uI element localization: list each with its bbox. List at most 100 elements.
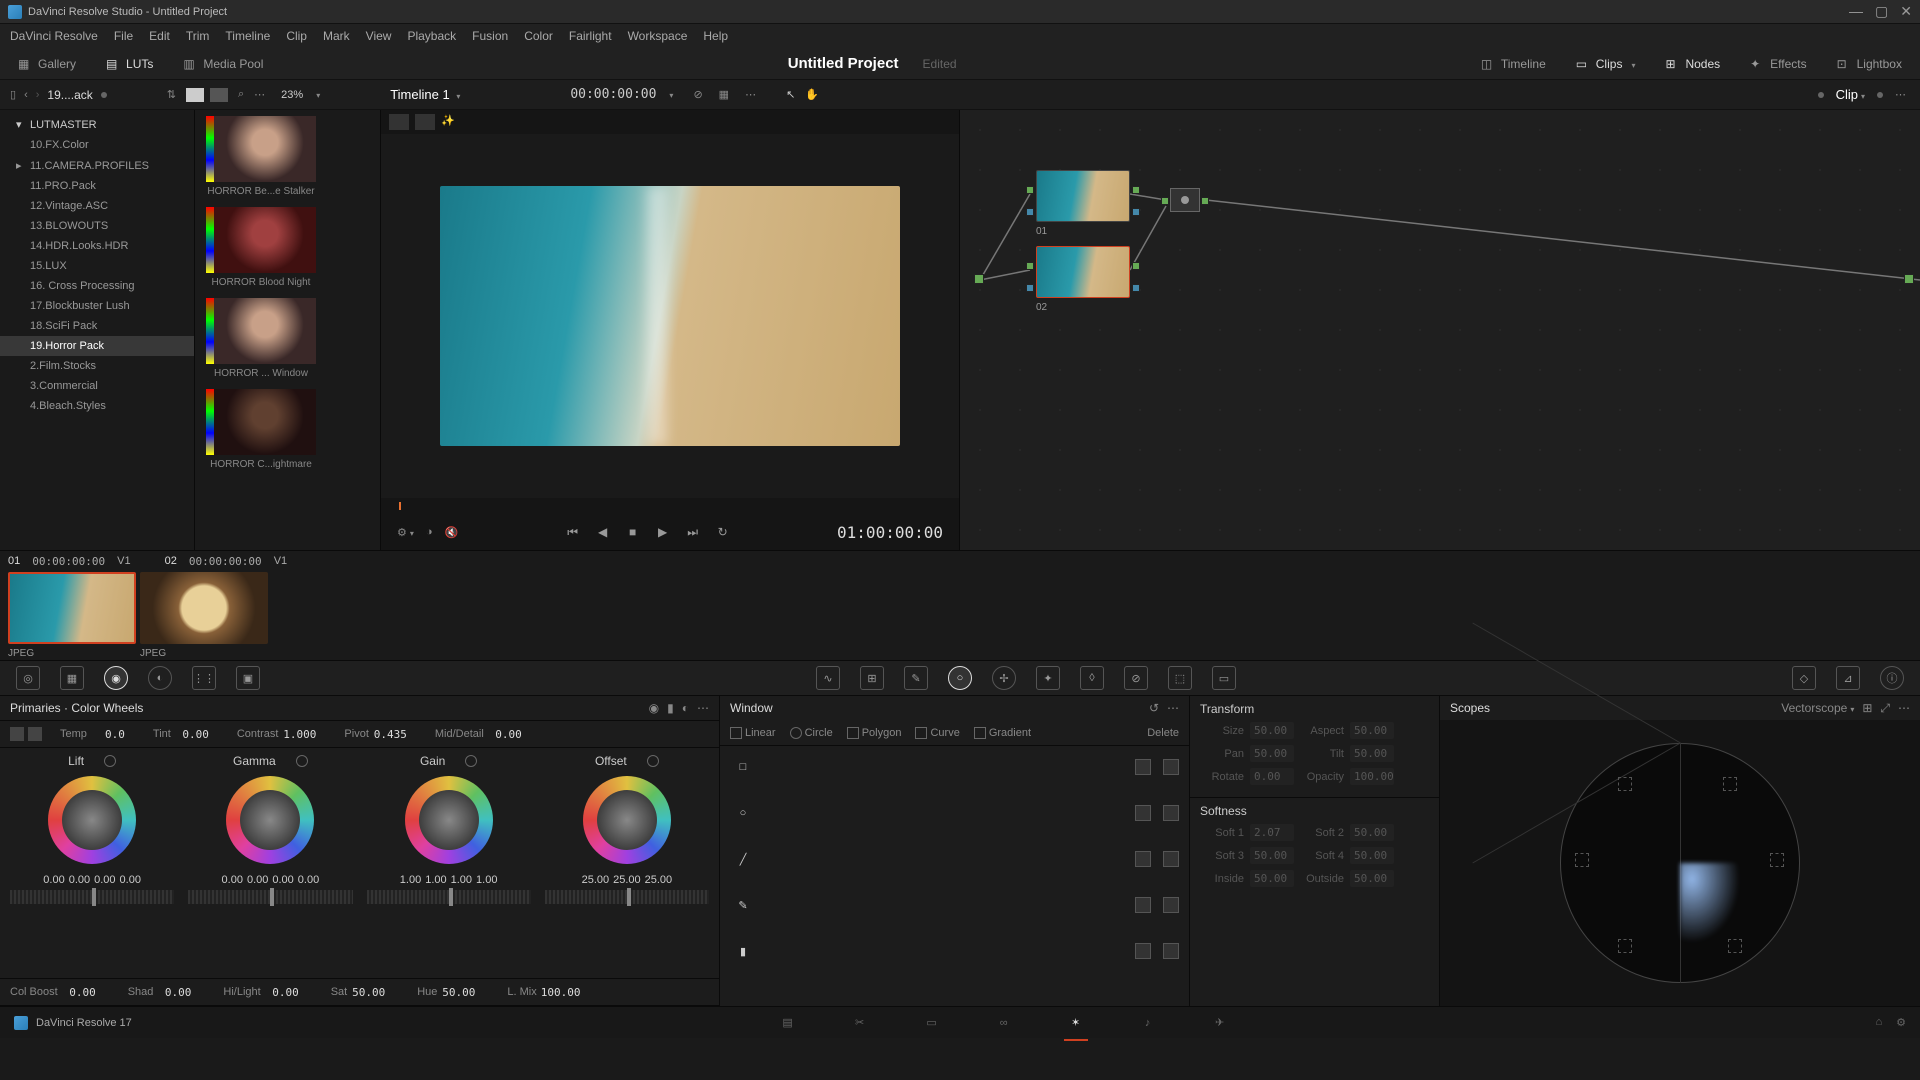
polygon-tool[interactable]: Polygon [847, 727, 902, 739]
luts-toggle[interactable]: ▤LUTs [98, 53, 161, 75]
primaries-options-icon[interactable]: ⋯ [697, 701, 709, 715]
lut-folder-selected[interactable]: 19.Horror Pack [0, 336, 194, 356]
scope-type-select[interactable]: Vectorscope [1781, 701, 1854, 716]
viewer-timecode[interactable]: 01:00:00:00 [837, 523, 943, 542]
clips-toggle[interactable]: ▭Clips [1568, 53, 1644, 75]
sat-value[interactable]: 50.00 [351, 986, 385, 999]
circle-tool[interactable]: Circle [790, 727, 833, 739]
bars-mode-icon[interactable]: ▮ [667, 701, 674, 715]
opacity-value[interactable]: 100.00 [1350, 768, 1394, 785]
deliver-page-button[interactable]: ✈ [1208, 1011, 1232, 1035]
gamma-reset[interactable] [296, 755, 308, 767]
size-value[interactable]: 50.00 [1250, 722, 1294, 739]
first-frame-button[interactable]: ⏮ [562, 521, 584, 543]
node-graph[interactable]: 01 02 [960, 110, 1920, 550]
lut-folder-root[interactable]: ▾LUTMASTER [0, 114, 194, 135]
menu-file[interactable]: File [114, 29, 133, 43]
gain-master-slider[interactable] [367, 890, 531, 904]
timeline-toggle[interactable]: ◫Timeline [1473, 53, 1554, 75]
invert-toggle[interactable] [1163, 943, 1179, 959]
menu-fusion[interactable]: Fusion [472, 29, 508, 43]
log-mode-icon[interactable]: ◐ [682, 701, 689, 715]
edit-page-button[interactable]: ▭ [920, 1011, 944, 1035]
menu-playback[interactable]: Playback [407, 29, 456, 43]
node-input-port[interactable] [1026, 262, 1034, 270]
lut-folder[interactable]: 13.BLOWOUTS [0, 216, 194, 236]
grid-overlay-icon[interactable]: ▦ [719, 88, 729, 101]
lut-breadcrumb[interactable]: 19....ack [47, 88, 92, 102]
lut-preview-list[interactable]: HORROR Be...e Stalker HORROR Blood Night… [200, 110, 380, 550]
lut-folder[interactable]: 15.LUX [0, 256, 194, 276]
lut-preview-item[interactable]: HORROR Blood Night [206, 207, 374, 288]
window-palette-icon[interactable]: ○ [948, 666, 972, 690]
lift-reset[interactable] [104, 755, 116, 767]
hilight-value[interactable]: 0.00 [265, 986, 299, 999]
lmix-value[interactable]: 100.00 [541, 986, 581, 999]
menu-timeline[interactable]: Timeline [225, 29, 270, 43]
mask-toggle[interactable] [1135, 805, 1151, 821]
last-frame-button[interactable]: ⏭ [682, 521, 704, 543]
media-page-button[interactable]: ▤ [776, 1011, 800, 1035]
window-shape-list[interactable]: □ ○ ╱ ✎ ▮ [720, 746, 1189, 1006]
viewer-settings-icon[interactable]: ⚙ [397, 526, 414, 539]
clip-mode-label[interactable]: Clip [1836, 87, 1865, 102]
lut-folder[interactable]: 14.HDR.Looks.HDR [0, 236, 194, 256]
hand-tool-icon[interactable]: ✋ [805, 88, 819, 101]
lut-preview-item[interactable]: HORROR Be...e Stalker [206, 116, 374, 197]
viewer-split-icon[interactable]: ◑ [426, 526, 433, 538]
mask-toggle[interactable] [1135, 943, 1151, 959]
lut-preview-item[interactable]: HORROR ... Window [206, 298, 374, 379]
curves-icon[interactable]: ∿ [816, 666, 840, 690]
panel-layout-icon[interactable]: ▯ [10, 88, 16, 101]
color-match-icon[interactable]: ▦ [60, 666, 84, 690]
lut-folder[interactable]: 2.Film.Stocks [0, 356, 194, 376]
lut-folder[interactable]: 10.FX.Color [0, 135, 194, 155]
viewer-scrubber[interactable] [395, 498, 945, 514]
color-page-button[interactable]: ✶ [1064, 1011, 1088, 1035]
fairlight-page-button[interactable]: ♪ [1136, 1011, 1160, 1035]
lut-preview-item[interactable]: HORROR C...ightmare [206, 389, 374, 470]
invert-toggle[interactable] [1163, 759, 1179, 775]
mask-toggle[interactable] [1135, 897, 1151, 913]
lut-folder[interactable]: 18.SciFi Pack [0, 316, 194, 336]
color-node-1[interactable]: 01 [1036, 170, 1130, 237]
circle-shape-icon[interactable]: ○ [730, 800, 756, 826]
lut-folder[interactable]: 17.Blockbuster Lush [0, 296, 194, 316]
options-icon[interactable]: ⋯ [254, 88, 265, 101]
soft1-value[interactable]: 2.07 [1250, 824, 1294, 841]
lut-folder[interactable]: 12.Vintage.ASC [0, 196, 194, 216]
mask-toggle[interactable] [1135, 851, 1151, 867]
wheels-palette-icon[interactable]: ◉ [104, 666, 128, 690]
source-timecode[interactable]: 00:00:00:00 [570, 87, 656, 102]
contrast-value[interactable]: 1.000 [282, 728, 316, 741]
menu-fairlight[interactable]: Fairlight [569, 29, 612, 43]
linear-tool[interactable]: Linear [730, 727, 776, 739]
colboost-value[interactable]: 0.00 [62, 986, 96, 999]
menu-view[interactable]: View [366, 29, 392, 43]
node-output-port[interactable] [1132, 186, 1140, 194]
maximize-button[interactable]: ▢ [1875, 3, 1888, 20]
menu-mark[interactable]: Mark [323, 29, 350, 43]
color-node-2[interactable]: 02 [1036, 246, 1130, 313]
loop-button[interactable]: ↻ [712, 521, 734, 543]
gain-reset[interactable] [465, 755, 477, 767]
effects-toggle[interactable]: ✦Effects [1742, 53, 1814, 75]
nav-back-icon[interactable]: ‹ [24, 89, 28, 101]
wheels-mode-icon[interactable]: ◉ [649, 701, 659, 715]
search-icon[interactable]: ⌕ [238, 88, 244, 101]
lightbox-toggle[interactable]: ⊡Lightbox [1829, 53, 1910, 75]
step-back-button[interactable]: ◀ [592, 521, 614, 543]
node-key-input-port[interactable] [1026, 284, 1034, 292]
pan-value[interactable]: 50.00 [1250, 745, 1294, 762]
viewer-wand-icon[interactable]: ✨ [441, 114, 461, 130]
hue-value[interactable]: 50.00 [441, 986, 475, 999]
close-button[interactable]: ✕ [1900, 3, 1912, 20]
home-icon[interactable]: ⌂ [1875, 1016, 1882, 1029]
clip-thumbnail[interactable]: JPEG [8, 572, 136, 659]
graph-output[interactable] [1904, 274, 1914, 284]
window-reset-icon[interactable]: ↺ [1149, 701, 1159, 715]
node-key-input-port[interactable] [1026, 208, 1034, 216]
3d-icon[interactable]: ▭ [1212, 666, 1236, 690]
viewer-options-icon[interactable]: ⋯ [745, 88, 756, 101]
scope-layout-icon[interactable]: ⊞ [1862, 701, 1872, 716]
